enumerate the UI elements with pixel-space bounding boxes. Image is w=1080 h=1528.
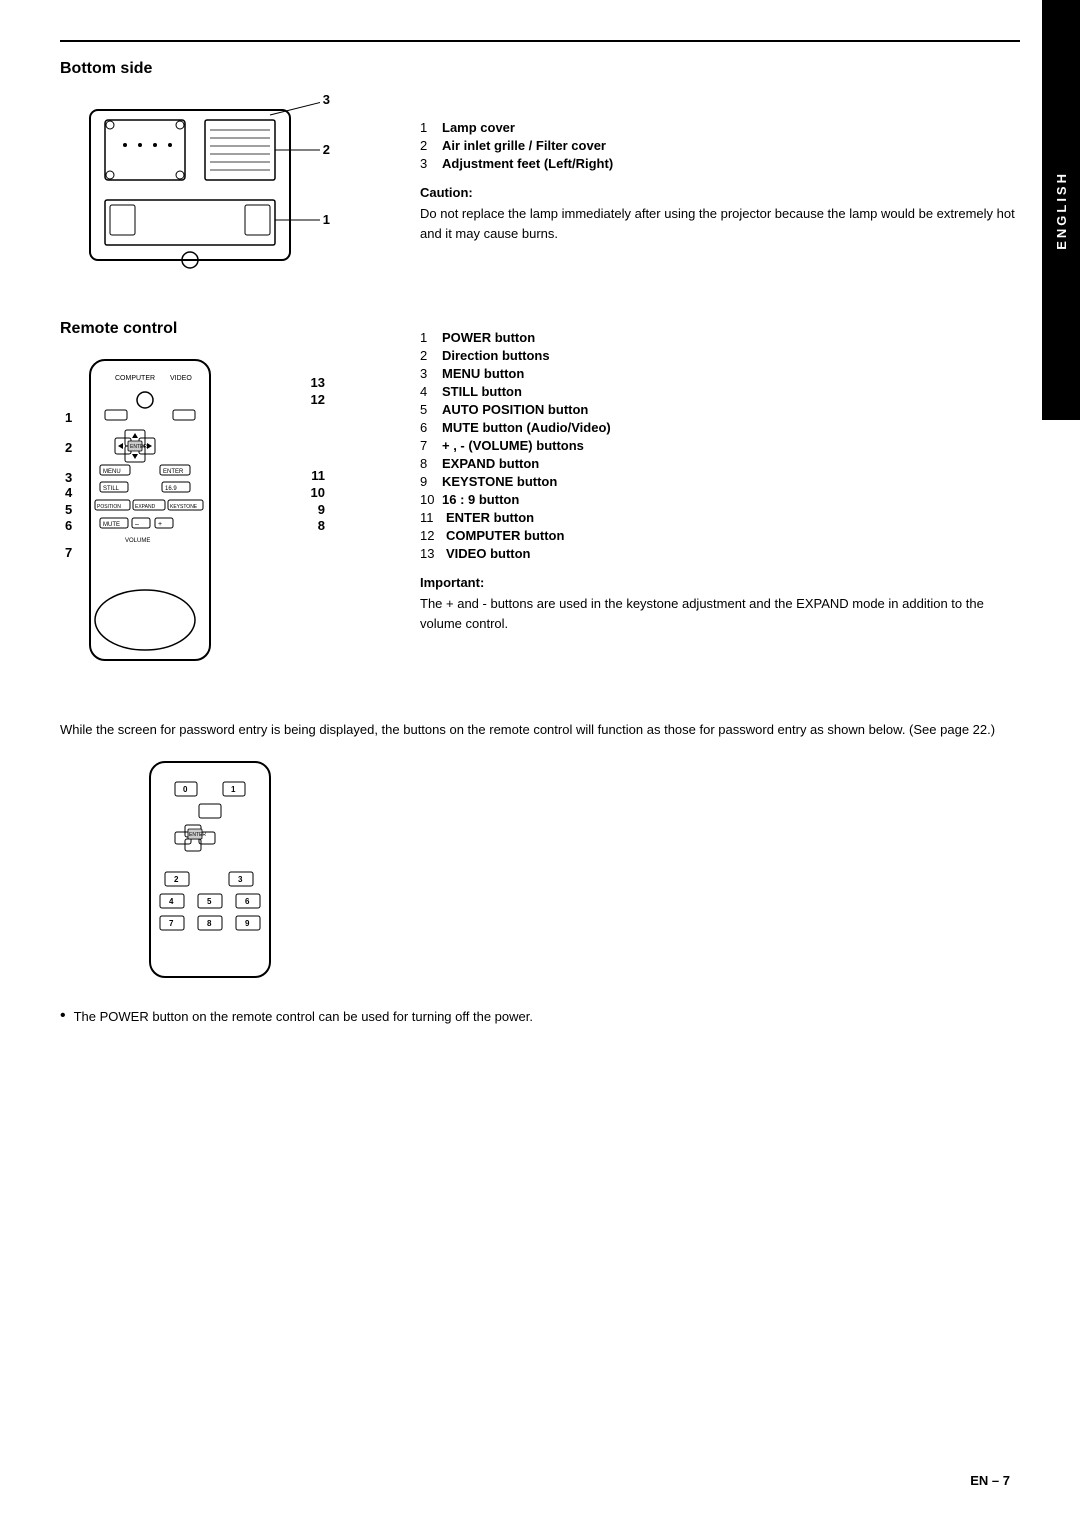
remote-svg: COMPUTER VIDEO ENTER xyxy=(60,350,240,680)
caution-title: Caution: xyxy=(420,185,1020,200)
svg-text:+: + xyxy=(158,521,162,528)
bullet-icon: • xyxy=(60,1007,66,1025)
rlabel-2: 2 xyxy=(65,440,72,455)
bottom-side-title: Bottom side xyxy=(60,60,380,78)
bottom-side-section: Bottom side xyxy=(60,60,1020,290)
svg-text:6: 6 xyxy=(245,897,250,906)
svg-text:ENTER: ENTER xyxy=(163,469,184,475)
bullet-section: • The POWER button on the remote control… xyxy=(60,1007,1020,1027)
svg-text:ENTER: ENTER xyxy=(189,832,206,838)
remote-section: Remote control COMPUTER VIDEO xyxy=(60,320,1020,690)
svg-text:16.9: 16.9 xyxy=(165,486,177,492)
bottom-side-list: 1 Lamp cover 2 Air inlet grille / Filter… xyxy=(420,120,1020,171)
rlabel-3: 3 xyxy=(65,470,72,485)
important-block: Important: The + and - buttons are used … xyxy=(420,575,1020,633)
svg-text:–: – xyxy=(135,521,139,528)
password-section: While the screen for password entry is b… xyxy=(60,720,1020,1026)
remote-title: Remote control xyxy=(60,320,380,338)
svg-text:0: 0 xyxy=(183,785,188,794)
remote-item-8: 8 EXPAND button xyxy=(420,456,1020,471)
remote-item-10: 10 16 : 9 button xyxy=(420,492,1020,507)
rlabel-7: 7 xyxy=(65,545,72,560)
svg-text:STILL: STILL xyxy=(103,486,120,492)
remote-item-1: 1 POWER button xyxy=(420,330,1020,345)
svg-text:MENU: MENU xyxy=(103,469,121,475)
label-3: 3 xyxy=(323,92,330,107)
remote-item-5: 5 AUTO POSITION button xyxy=(420,402,1020,417)
rlabel-13: 13 xyxy=(311,375,325,390)
svg-text:1: 1 xyxy=(231,785,236,794)
svg-text:7: 7 xyxy=(169,919,174,928)
rlabel-10: 10 xyxy=(311,485,325,500)
svg-text:VOLUME: VOLUME xyxy=(125,538,150,544)
caution-block: Caution: Do not replace the lamp immedia… xyxy=(420,185,1020,243)
important-title: Important: xyxy=(420,575,1020,590)
remote-item-11: 11 ENTER button xyxy=(420,510,1020,525)
svg-text:2: 2 xyxy=(174,875,179,884)
remote-item-7: 7 + , - (VOLUME) buttons xyxy=(420,438,1020,453)
svg-text:POSITION: POSITION xyxy=(97,504,121,510)
svg-text:VIDEO: VIDEO xyxy=(170,375,192,382)
svg-text:4: 4 xyxy=(169,897,174,906)
svg-text:ENTER: ENTER xyxy=(130,444,147,450)
svg-text:KEYSTONE: KEYSTONE xyxy=(170,504,198,510)
top-border xyxy=(60,40,1020,42)
remote-item-6: 6 MUTE button (Audio/Video) xyxy=(420,420,1020,435)
rlabel-11: 11 xyxy=(311,468,325,483)
svg-text:5: 5 xyxy=(207,897,212,906)
bottom-item-1: 1 Lamp cover xyxy=(420,120,1020,135)
label-1: 1 xyxy=(323,212,330,227)
page-number: EN – 7 xyxy=(970,1473,1010,1488)
password-text: While the screen for password entry is b… xyxy=(60,720,1020,741)
bottom-side-diagram: Bottom side xyxy=(60,60,380,290)
bottom-side-info: 1 Lamp cover 2 Air inlet grille / Filter… xyxy=(420,60,1020,290)
svg-text:EXPAND: EXPAND xyxy=(135,504,156,510)
bottom-item-2: 2 Air inlet grille / Filter cover xyxy=(420,138,1020,153)
important-text: The + and - buttons are used in the keys… xyxy=(420,594,1020,633)
svg-text:MUTE: MUTE xyxy=(103,522,120,528)
svg-text:3: 3 xyxy=(238,875,243,884)
rlabel-5: 5 xyxy=(65,502,72,517)
side-tab: ENGLISH xyxy=(1042,0,1080,420)
bottom-item-3: 3 Adjustment feet (Left/Right) xyxy=(420,156,1020,171)
remote-list: 1 POWER button 2 Direction buttons 3 MEN… xyxy=(420,330,1020,561)
bullet-text: The POWER button on the remote control c… xyxy=(74,1007,533,1027)
svg-text:COMPUTER: COMPUTER xyxy=(115,375,155,382)
rlabel-6: 6 xyxy=(65,518,72,533)
svg-text:8: 8 xyxy=(207,919,212,928)
side-tab-text: ENGLISH xyxy=(1054,171,1069,250)
rlabel-12: 12 xyxy=(311,392,325,407)
remote-info: 1 POWER button 2 Direction buttons 3 MEN… xyxy=(420,320,1020,690)
remote-item-4: 4 STILL button xyxy=(420,384,1020,399)
label-2: 2 xyxy=(323,142,330,157)
remote-item-3: 3 MENU button xyxy=(420,366,1020,381)
rlabel-9: 9 xyxy=(318,502,325,517)
remote-diagram: Remote control COMPUTER VIDEO xyxy=(60,320,380,690)
svg-text:9: 9 xyxy=(245,919,250,928)
rlabel-4: 4 xyxy=(65,485,72,500)
password-keypad-svg: 0 1 ENTER 2 3 4 xyxy=(120,757,300,987)
bottom-projector-svg xyxy=(60,90,320,280)
remote-item-2: 2 Direction buttons xyxy=(420,348,1020,363)
rlabel-1: 1 xyxy=(65,410,72,425)
rlabel-8: 8 xyxy=(318,518,325,533)
password-diagram: 0 1 ENTER 2 3 4 xyxy=(120,757,1020,987)
remote-item-12: 12 COMPUTER button xyxy=(420,528,1020,543)
remote-item-13: 13 VIDEO button xyxy=(420,546,1020,561)
remote-item-9: 9 KEYSTONE button xyxy=(420,474,1020,489)
caution-text: Do not replace the lamp immediately afte… xyxy=(420,204,1020,243)
